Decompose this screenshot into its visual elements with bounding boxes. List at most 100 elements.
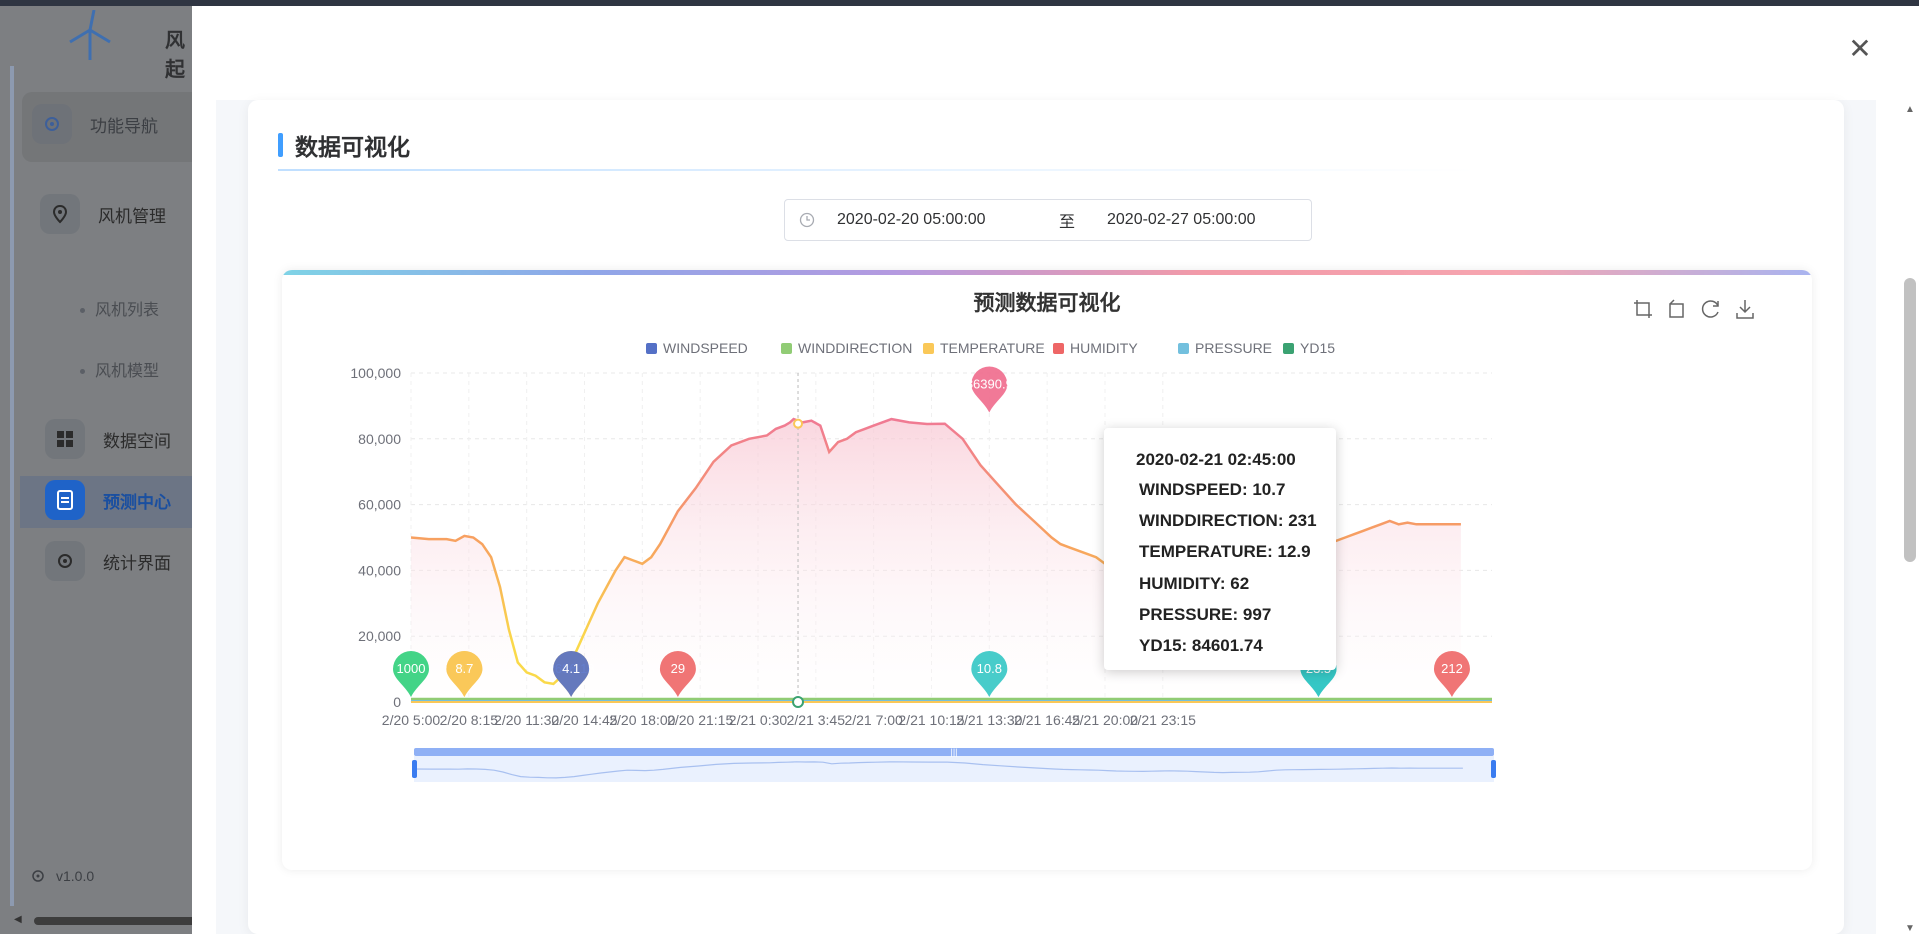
chart-modal: ✕ 数据可视化 2020-02-20 05:00:00 至 2020-02-27… — [192, 6, 1919, 934]
chart-tooltip: 2020-02-21 02:45:00 WINDSPEED: 10.7 WIND… — [1104, 428, 1336, 670]
section-title: 数据可视化 — [295, 134, 410, 160]
location-pin-icon — [40, 194, 80, 234]
function-nav-label: 功能导航 — [90, 116, 158, 136]
scroll-up-arrow-icon[interactable]: ▲ — [1905, 104, 1915, 115]
x-tick-label: 2/21 13:30 — [956, 712, 1022, 728]
marker-label: 4.1 — [562, 661, 580, 676]
visualization-card: 数据可视化 2020-02-20 05:00:00 至 2020-02-27 0… — [248, 100, 1844, 934]
brand-title: 风起 — [165, 30, 185, 81]
chart-container: 预测数据可视化 WINDSPEED WINDDIRECTION TEMPERATUR… — [282, 270, 1812, 870]
x-tick-label: 2/20 21:15 — [667, 712, 733, 728]
tooltip-yd15: YD15: 84601.74 — [1139, 636, 1263, 655]
hover-point-base — [792, 696, 805, 708]
x-tick-label: 2/20 11:30 — [494, 712, 559, 728]
legend-swatch-winddirection[interactable] — [781, 343, 792, 354]
nav-data-space[interactable]: 数据空间 — [45, 419, 171, 459]
y-tick-label: 100,000 — [350, 365, 401, 381]
tooltip-humidity: HUMIDITY: 62 — [1139, 574, 1250, 593]
marker-label: 8.7 — [455, 661, 473, 676]
date-range-picker[interactable]: 2020-02-20 05:00:00 至 2020-02-27 05:00:0… — [784, 199, 1312, 241]
x-axis: 2/20 5:00 2/20 8:152/20 11:302/20 14:452/… — [382, 712, 1196, 728]
legend-swatch-humidity[interactable] — [1053, 343, 1064, 354]
legend-label-yd15[interactable]: YD15 — [1300, 340, 1335, 356]
tooltip-windspeed: WINDSPEED: 10.7 — [1139, 480, 1286, 499]
modal-scrollbar-thumb[interactable] — [1904, 278, 1916, 562]
nav-stats[interactable]: 统计界面 — [45, 541, 171, 581]
date-range-separator: 至 — [1058, 214, 1075, 231]
nav-stats-label: 统计界面 — [103, 553, 171, 573]
data-zoom-slider[interactable]: ||| — [412, 747, 1496, 782]
tooltip-pressure: PRESSURE: 997 — [1139, 605, 1272, 624]
hover-point — [793, 418, 804, 429]
sidebar-horizontal-scrollbar[interactable]: ◀ — [14, 914, 204, 926]
nav-data-space-label: 数据空间 — [103, 431, 171, 451]
chart-legend: WINDSPEED WINDDIRECTION TEMPERATURE HUMIDIT… — [646, 340, 1335, 356]
legend-label-pressure[interactable]: PRESSURE — [1195, 340, 1272, 356]
legend-swatch-temperature[interactable] — [923, 343, 934, 354]
function-nav-header[interactable]: 功能导航 — [32, 104, 158, 144]
legend-swatch-pressure[interactable] — [1178, 343, 1189, 354]
x-tick-label: 2/21 0:30 — [729, 712, 788, 728]
zoom-handle-right[interactable] — [1491, 760, 1496, 778]
clock-icon — [799, 212, 815, 228]
tooltip-temperature: TEMPERATURE: 12.9 — [1139, 542, 1311, 561]
document-icon — [45, 480, 85, 520]
x-tick-label: 2/20 18:00 — [609, 712, 675, 728]
legend-label-temperature[interactable]: TEMPERATURE — [940, 340, 1045, 356]
legend-label-humidity[interactable]: HUMIDITY — [1070, 340, 1138, 356]
x-tick-label: 2/20 8:15 — [440, 712, 499, 728]
marker-label: 29 — [671, 661, 685, 676]
tooltip-winddirection: WINDDIRECTION: 231 — [1139, 511, 1317, 530]
legend-label-winddirection[interactable]: WINDDIRECTION — [798, 340, 912, 356]
scroll-down-arrow-icon[interactable]: ▼ — [1905, 923, 1915, 934]
section-title-bar — [278, 133, 283, 157]
scroll-left-arrow-icon[interactable]: ◀ — [14, 914, 22, 925]
zoom-handle-left[interactable] — [412, 760, 417, 778]
x-tick-label: 2/21 10:15 — [898, 712, 964, 728]
settings-icon — [45, 541, 85, 581]
scrollbar-thumb[interactable] — [34, 917, 204, 925]
modal-vertical-scrollbar[interactable]: ▲ ▼ — [1901, 102, 1919, 934]
legend-swatch-windspeed[interactable] — [646, 343, 657, 354]
close-icon[interactable]: ✕ — [1845, 34, 1875, 64]
x-tick-label: 2/21 23:15 — [1130, 712, 1196, 728]
legend-swatch-yd15[interactable] — [1283, 343, 1294, 354]
nav-turbine-management[interactable]: 风机管理 — [40, 194, 166, 234]
nav-forecast-center-label: 预测中心 — [103, 492, 171, 512]
nav-turbine-model[interactable]: 风机模型 — [80, 357, 159, 381]
marker-label: 1000 — [397, 661, 426, 676]
legend-label-windspeed[interactable]: WINDSPEED — [663, 340, 748, 356]
x-tick-label: 2/20 14:45 — [551, 712, 617, 728]
marker-label: 212 — [1441, 661, 1463, 676]
nav-turbine-list[interactable]: 风机列表 — [80, 296, 159, 320]
nav-forecast-center[interactable]: 预测中心 — [45, 480, 171, 520]
marker-label: 86390.9 — [966, 376, 1013, 391]
section-header: 数据可视化 — [278, 128, 410, 162]
sidebar: 风起 功能导航 风机管理 风机列表 风机模型 数据空间 预测中心 统计界面 v1… — [0, 6, 204, 934]
y-axis: 0 20,000 40,000 60,000 80,000 100,000 — [350, 365, 401, 710]
y-tick-label: 80,000 — [358, 431, 401, 447]
wind-turbine-logo-icon — [69, 10, 111, 60]
x-tick-label: 2/21 16:45 — [1014, 712, 1080, 728]
grid-icon — [45, 419, 85, 459]
y-tick-label: 20,000 — [358, 628, 401, 644]
chart-title: 预测数据可视化 — [974, 291, 1121, 315]
gear-icon — [32, 104, 72, 144]
y-tick-label: 0 — [393, 694, 401, 710]
x-tick-label: 2/21 20:00 — [1072, 712, 1138, 728]
y-tick-label: 60,000 — [358, 497, 401, 513]
x-tick-label: 2/20 5:00 — [382, 712, 441, 728]
marker-label: 10.8 — [977, 661, 1002, 676]
sidebar-accent — [10, 66, 14, 906]
date-start-input[interactable]: 2020-02-20 05:00:00 — [837, 211, 1037, 229]
nav-turbine-management-label: 风机管理 — [98, 206, 166, 226]
x-tick-label: 2/21 3:45 — [787, 712, 846, 728]
small-gear-icon — [32, 870, 44, 882]
version-info: v1.0.0 — [30, 868, 94, 884]
tooltip-title: 2020-02-21 02:45:00 — [1136, 450, 1296, 469]
section-divider — [278, 169, 1478, 171]
x-tick-label: 2/21 7:00 — [844, 712, 903, 728]
forecast-chart[interactable]: 预测数据可视化 WINDSPEED WINDDIRECTION TEMPERATUR… — [282, 270, 1812, 870]
zoom-grip-icon[interactable]: ||| — [950, 747, 957, 757]
date-end-input[interactable]: 2020-02-27 05:00:00 — [1107, 211, 1256, 229]
